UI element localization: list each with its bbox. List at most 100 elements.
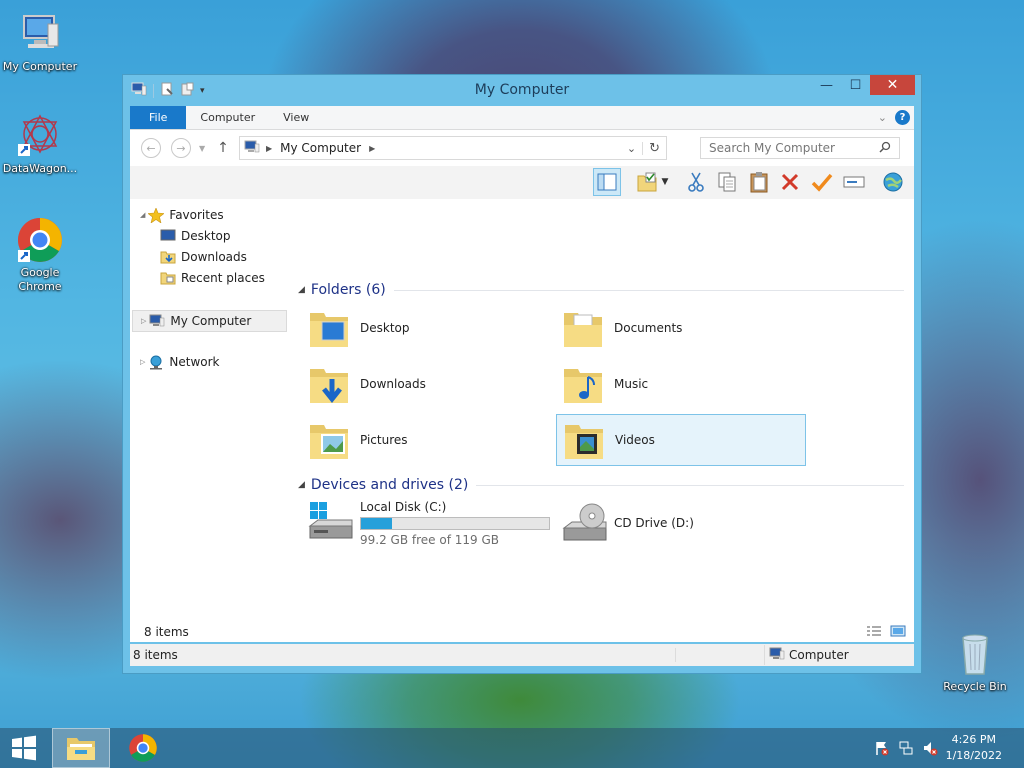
nav-desktop[interactable]: Desktop (160, 226, 290, 246)
tab-file[interactable]: File (130, 106, 187, 129)
recycle-bin-icon (951, 630, 999, 678)
navigation-pane: ◢ Favorites Desktop Downloads Recent pla… (130, 199, 290, 642)
apply-button[interactable] (808, 168, 836, 196)
network-button[interactable] (879, 168, 907, 196)
chrome-icon (16, 216, 64, 264)
drive-local-disk-c[interactable]: Local Disk (C:) 99.2 GB free of 119 GB (306, 497, 550, 549)
clipboard-icon (750, 172, 768, 193)
desktop-icon-recycle-bin[interactable]: Recycle Bin (935, 630, 1015, 694)
folders-header-label: Folders (6) (310, 282, 386, 298)
paste-button[interactable] (745, 168, 773, 196)
desktop-icon-label: DataWagon... (2, 162, 78, 175)
status-right-text: Computer (789, 648, 849, 662)
expand-arrow-icon[interactable]: ▷ (140, 358, 145, 366)
copy-button[interactable] (713, 168, 741, 196)
up-arrow-icon[interactable]: ↑ (217, 140, 229, 156)
desktop-icon (160, 229, 176, 243)
cut-button[interactable] (682, 168, 710, 196)
folder-label: Desktop (360, 321, 410, 335)
collapse-arrow-icon[interactable]: ◢ (298, 285, 305, 295)
desktop-icon-datawagon[interactable]: DataWagon... (0, 112, 80, 176)
window-controls: — ☐ ✕ (812, 75, 915, 95)
volume-muted-icon[interactable] (920, 728, 940, 768)
network-icon (148, 355, 164, 370)
details-view-icon[interactable] (866, 625, 882, 640)
downloads-folder-icon (306, 361, 352, 407)
folder-pictures[interactable]: Pictures (302, 414, 552, 466)
window-title: My Computer (474, 82, 570, 98)
desktop-icon-my-computer[interactable]: My Computer (0, 10, 80, 74)
title-bar[interactable]: ▾ My Computer — ☐ ✕ (123, 75, 921, 105)
expand-arrow-icon[interactable]: ▷ (141, 317, 146, 325)
expand-arrow-icon[interactable]: ◢ (140, 211, 145, 219)
folder-music[interactable]: Music (556, 358, 806, 410)
file-explorer-icon (67, 738, 95, 760)
tab-computer[interactable]: Computer (186, 106, 269, 129)
pictures-folder-icon (306, 417, 352, 463)
folders-group-header[interactable]: ◢ Folders (6) (298, 280, 904, 300)
taskbar: 4:26 PM 1/18/2022 (0, 728, 1024, 768)
explorer-window[interactable]: ▾ My Computer — ☐ ✕ File Computer View ⌄… (122, 74, 922, 674)
action-center-flag-icon[interactable] (872, 728, 892, 768)
datawagon-icon (16, 112, 64, 160)
address-dropdown-icon[interactable]: ⌄ (621, 141, 644, 155)
network-tray-icon[interactable] (896, 728, 916, 768)
back-button[interactable]: ← (141, 138, 161, 158)
copy-icon (718, 172, 736, 192)
recent-locations-icon[interactable]: ▼ (199, 144, 205, 153)
nav-favorites[interactable]: ◢ Favorites (140, 205, 290, 225)
folder-label: Pictures (360, 433, 408, 447)
start-button[interactable] (0, 728, 48, 768)
nav-desktop-label: Desktop (181, 229, 231, 243)
breadcrumb-separator-icon[interactable]: ▶ (266, 144, 272, 153)
folder-videos[interactable]: Videos (556, 414, 806, 466)
expand-ribbon-icon[interactable]: ⌄ (878, 111, 887, 124)
system-clock[interactable]: 4:26 PM 1/18/2022 (946, 732, 1002, 764)
devices-group-header[interactable]: ◢ Devices and drives (2) (298, 475, 904, 495)
disk-usage-fill (361, 517, 393, 529)
clock-time: 4:26 PM (951, 733, 996, 746)
tab-view[interactable]: View (269, 106, 323, 129)
item-count: 8 items (144, 625, 189, 639)
folder-documents[interactable]: Documents (556, 302, 806, 354)
delete-button[interactable] (776, 168, 804, 196)
minimize-button[interactable]: — (812, 75, 841, 95)
content-area: ◢ Favorites Desktop Downloads Recent pla… (130, 199, 914, 642)
forward-button[interactable]: → (171, 138, 191, 158)
nav-downloads[interactable]: Downloads (160, 247, 290, 267)
search-input[interactable]: Search My Computer (700, 137, 900, 159)
collapse-arrow-icon[interactable]: ◢ (298, 480, 305, 490)
nav-network-label: Network (169, 355, 220, 369)
help-icon[interactable]: ? (895, 110, 910, 125)
search-icon[interactable] (879, 141, 891, 156)
desktop-icon-label: My Computer (2, 60, 78, 73)
taskbar-file-explorer[interactable] (52, 728, 110, 768)
nav-my-computer[interactable]: ▷ My Computer (132, 310, 287, 332)
folder-check-icon (637, 172, 657, 192)
rename-button[interactable] (840, 168, 868, 196)
drive-cd-d[interactable]: CD Drive (D:) (560, 497, 694, 549)
taskbar-chrome[interactable] (114, 728, 172, 768)
desktop-folder-icon (306, 305, 352, 351)
nav-recent-places-label: Recent places (181, 271, 265, 285)
status-bar: 8 items Computer (130, 644, 914, 666)
maximize-button[interactable]: ☐ (841, 75, 870, 95)
tiles-view-icon[interactable] (890, 625, 906, 640)
address-bar[interactable]: ▶ My Computer ▶ ⌄ ↻ (239, 136, 667, 160)
folder-desktop[interactable]: Desktop (302, 302, 552, 354)
computer-icon (16, 10, 64, 58)
breadcrumb-separator-icon[interactable]: ▶ (369, 144, 375, 153)
desktop-icon-google-chrome[interactable]: Google Chrome (0, 216, 80, 294)
folder-downloads[interactable]: Downloads (302, 358, 552, 410)
nav-my-computer-label: My Computer (170, 314, 252, 328)
close-button[interactable]: ✕ (870, 75, 915, 95)
nav-network[interactable]: ▷ Network (140, 352, 290, 372)
breadcrumb-my-computer[interactable]: My Computer (280, 141, 361, 155)
cd-drive-icon (560, 500, 610, 546)
refresh-icon[interactable]: ↻ (643, 141, 666, 156)
chrome-icon (129, 734, 157, 762)
preview-pane-button[interactable] (593, 168, 621, 196)
nav-recent-places[interactable]: Recent places (160, 268, 290, 288)
folder-label: Music (614, 377, 649, 391)
check-options-dropdown[interactable]: ▼ (657, 168, 673, 196)
